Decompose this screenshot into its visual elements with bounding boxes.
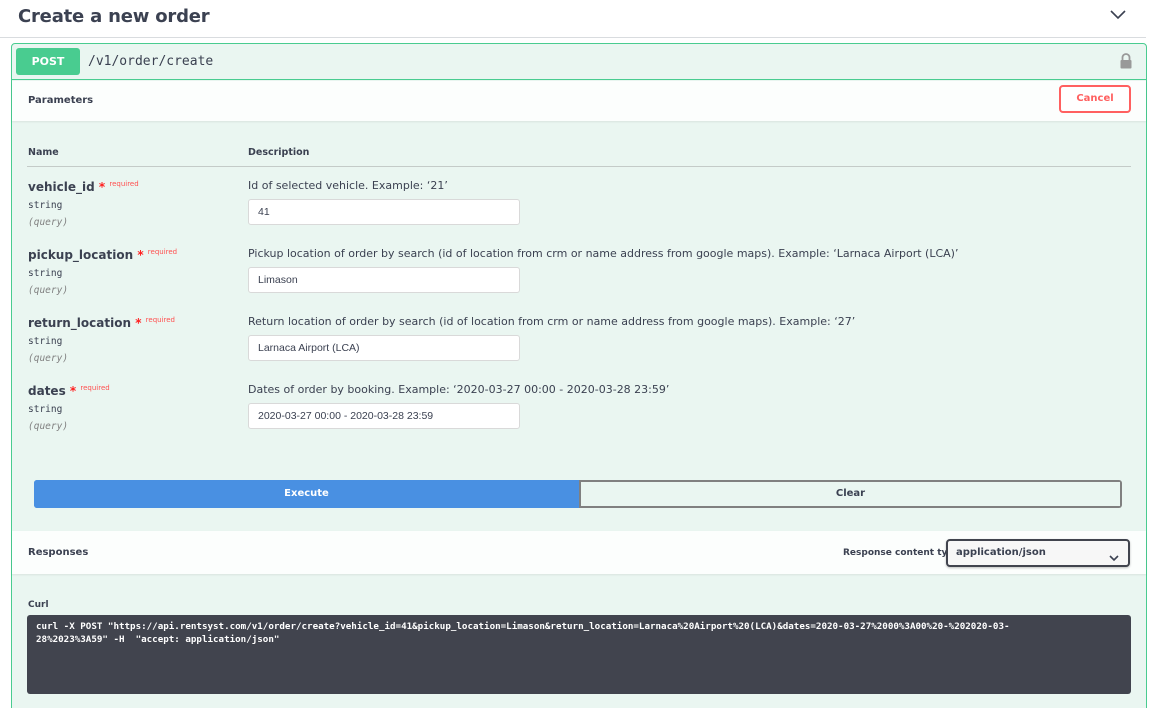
parameter-description: Pickup location of order by search (id o…: [248, 247, 959, 260]
parameter-location: (query): [28, 285, 69, 296]
parameter-type: string: [28, 200, 63, 211]
operation-block: POST /v1/order/create Parameters Cancel …: [11, 43, 1147, 708]
endpoint-path: /v1/order/create: [88, 54, 214, 69]
chevron-down-icon: [1109, 548, 1119, 562]
parameter-name: pickup_location * required: [28, 248, 178, 262]
section-header: Create a new order: [0, 0, 1146, 38]
parameter-name: vehicle_id * required: [28, 180, 139, 194]
parameter-type: string: [28, 404, 63, 415]
parameter-row-return-location: return_location * required string (query…: [28, 315, 1138, 376]
parameter-description: Id of selected vehicle. Example: ‘21’: [248, 179, 448, 192]
header-divider: [27, 166, 1131, 167]
curl-label: Curl: [28, 600, 49, 610]
parameter-row-dates: dates * required string (query) Dates of…: [28, 383, 1138, 444]
execute-button[interactable]: Execute: [34, 480, 579, 508]
parameter-type: string: [28, 268, 63, 279]
vehicle-id-input[interactable]: [248, 199, 520, 225]
parameter-location: (query): [28, 217, 69, 228]
parameter-location: (query): [28, 421, 69, 432]
clear-button[interactable]: Clear: [579, 480, 1122, 508]
parameter-row-pickup-location: pickup_location * required string (query…: [28, 247, 1138, 308]
dates-input[interactable]: [248, 403, 520, 429]
parameter-type: string: [28, 336, 63, 347]
parameter-row-vehicle-id: vehicle_id * required string (query) Id …: [28, 179, 1138, 240]
column-header-description: Description: [248, 147, 310, 158]
pickup-location-input[interactable]: [248, 267, 520, 293]
parameters-label: Parameters: [28, 95, 94, 106]
parameters-bar: Parameters Cancel: [12, 81, 1146, 121]
method-badge: POST: [16, 48, 80, 75]
parameter-name: return_location * required: [28, 316, 176, 330]
parameter-description: Return location of order by search (id o…: [248, 315, 856, 328]
column-header-name: Name: [28, 147, 59, 158]
parameter-name: dates * required: [28, 384, 110, 398]
cancel-button[interactable]: Cancel: [1059, 85, 1131, 113]
section-title: Create a new order: [18, 6, 210, 27]
chevron-down-icon[interactable]: [1106, 4, 1130, 26]
curl-command-box[interactable]: curl -X POST "https://api.rentsyst.com/v…: [27, 615, 1131, 694]
return-location-input[interactable]: [248, 335, 520, 361]
parameter-description: Dates of order by booking. Example: ‘202…: [248, 383, 670, 396]
response-content-type-select[interactable]: application/json: [946, 539, 1130, 567]
curl-command-line-1: curl -X POST "https://api.rentsyst.com/v…: [36, 621, 1010, 632]
responses-bar: Responses Response content type applicat…: [12, 531, 1146, 574]
operation-summary[interactable]: POST /v1/order/create: [12, 44, 1146, 80]
parameter-location: (query): [28, 353, 69, 364]
curl-command-line-2: 28%2023%3A59" -H "accept: application/js…: [36, 633, 280, 645]
execute-wrapper: Execute Clear: [34, 480, 1122, 508]
response-content-type-label: Response content type: [843, 548, 960, 558]
responses-label: Responses: [28, 547, 89, 558]
selected-content-type: application/json: [956, 547, 1046, 558]
lock-icon[interactable]: [1118, 52, 1134, 70]
